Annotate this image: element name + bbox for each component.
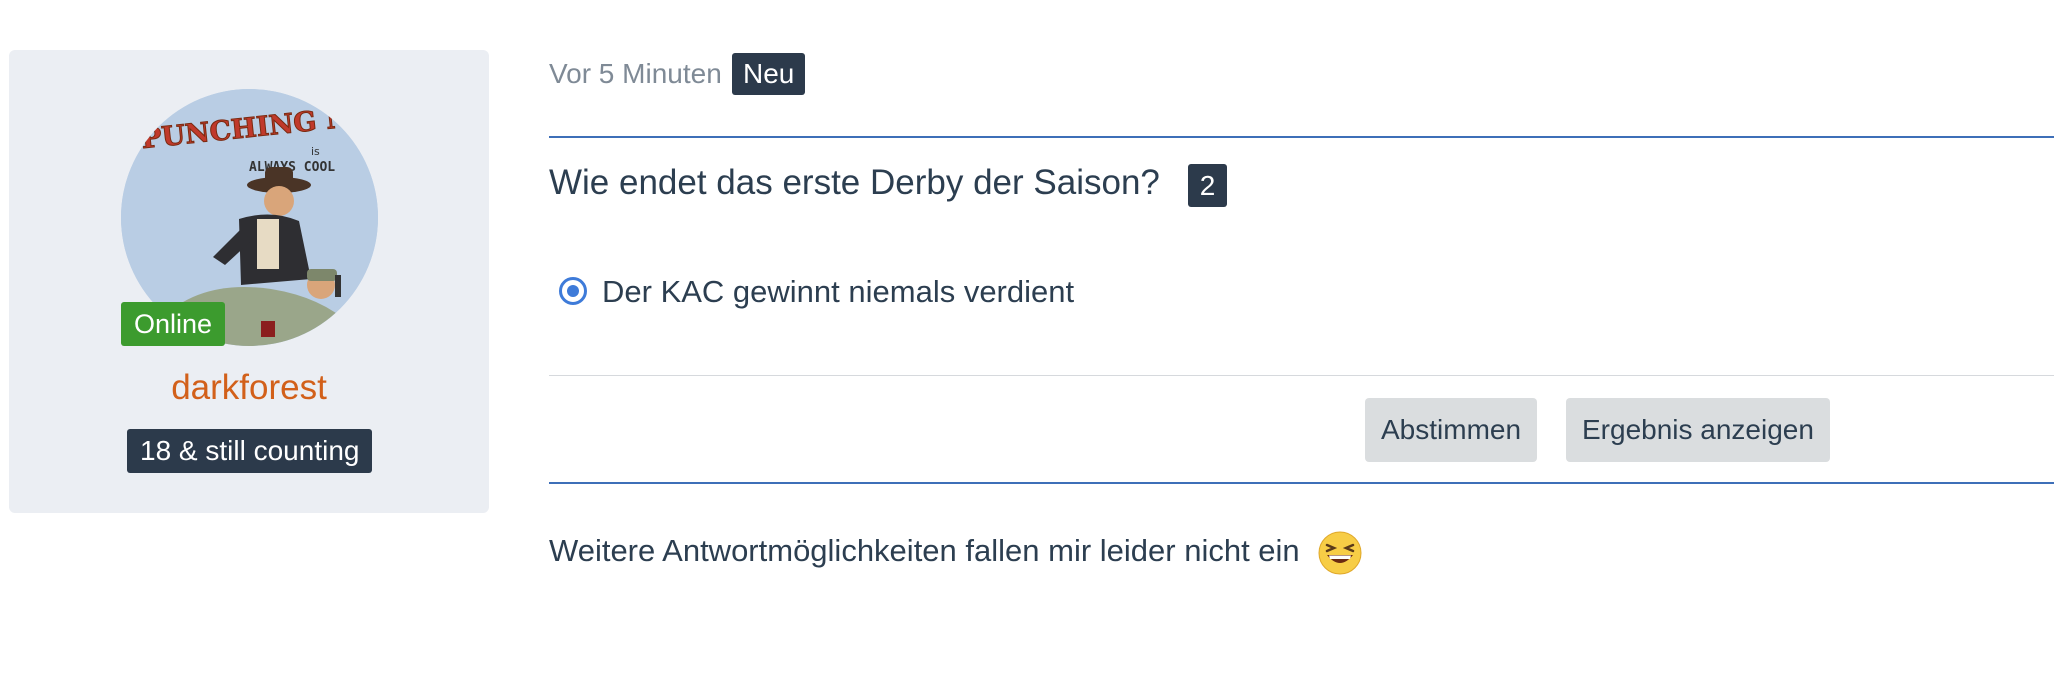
post-timestamp[interactable]: Vor 5 Minuten [549, 58, 722, 90]
vote-button[interactable]: Abstimmen [1365, 398, 1538, 462]
username-link[interactable]: darkforest [9, 368, 489, 408]
post-body-text: Weitere Antwortmöglichkeiten fallen mir … [549, 533, 1300, 569]
avatar-text-small: is [311, 145, 320, 158]
vote-count-badge: 2 [1188, 164, 1227, 207]
poll-option-radio[interactable] [559, 277, 587, 305]
poll-bottom-divider [549, 482, 2054, 484]
show-results-button[interactable]: Ergebnis anzeigen [1566, 398, 1830, 462]
poll-top-divider [549, 136, 2054, 138]
poll-option-label[interactable]: Der KAC gewinnt niemals verdient [602, 274, 1074, 310]
laughing-emoji-icon [1318, 531, 1362, 575]
user-title-badge: 18 & still counting [127, 429, 373, 473]
new-badge: Neu [732, 53, 806, 95]
poll-question: Wie endet das erste Derby der Saison? [549, 163, 1160, 202]
online-badge: Online [121, 302, 226, 346]
post-body: Weitere Antwortmöglichkeiten fallen mir … [549, 531, 1362, 575]
poll-options-divider [549, 375, 2054, 376]
author-panel: PUNCHING NAZIS is ALWAYS COOL Online dar… [9, 50, 489, 513]
